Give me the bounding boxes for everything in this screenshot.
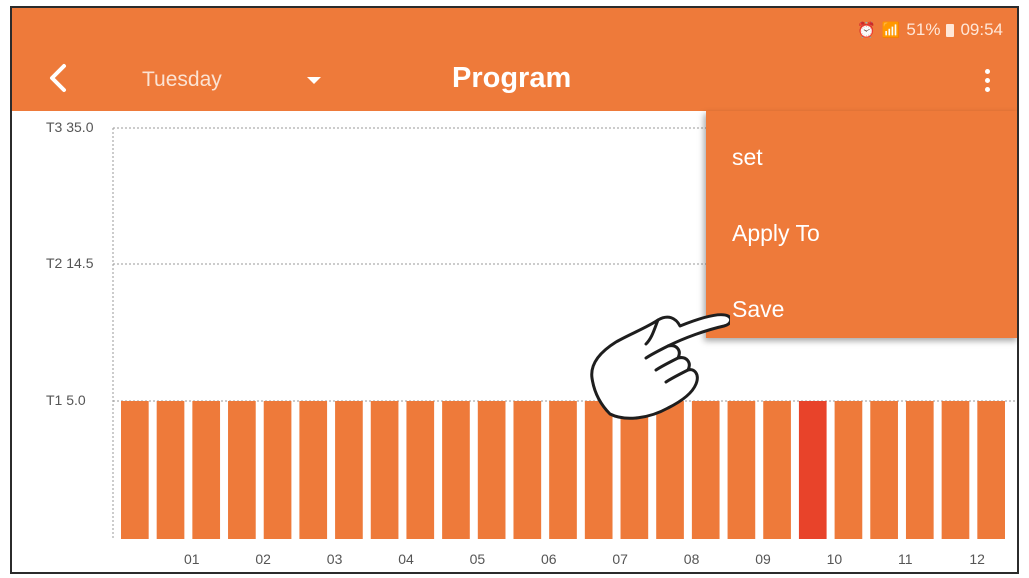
battery-icon xyxy=(946,23,955,37)
status-bar: ⏰ 📶 51% 09:54 xyxy=(857,18,1003,42)
x-hour-label: 07 xyxy=(612,551,628,567)
x-hour-label: 01 xyxy=(184,551,200,567)
y-level-label: T2 14.5 xyxy=(46,255,94,271)
day-dropdown-value: Tuesday xyxy=(142,68,222,91)
x-hour-label: 11 xyxy=(898,551,913,567)
schedule-bar[interactable] xyxy=(870,401,898,539)
x-hour-label: 12 xyxy=(969,551,985,567)
overflow-menu: set Apply To Save xyxy=(706,111,1017,339)
schedule-bar[interactable] xyxy=(442,401,470,539)
schedule-bar[interactable] xyxy=(513,401,542,539)
x-hour-label: 03 xyxy=(327,551,343,567)
more-dot-icon xyxy=(984,68,990,74)
app-screen: ⏰ 📶 51% 09:54 Tuesday Program T3 35.0 T2 … xyxy=(10,6,1019,574)
schedule-bar[interactable] xyxy=(763,401,791,539)
x-hour-label: 04 xyxy=(398,551,414,567)
more-dot-icon xyxy=(984,86,990,92)
clock: 09:54 xyxy=(960,20,1003,39)
caret-down-icon xyxy=(307,76,321,84)
schedule-bar[interactable] xyxy=(549,401,577,539)
schedule-bar[interactable] xyxy=(228,401,256,539)
schedule-bar[interactable] xyxy=(370,401,399,539)
x-hour-label: 02 xyxy=(255,551,271,567)
back-button[interactable] xyxy=(42,60,78,96)
schedule-bar[interactable] xyxy=(977,401,1005,539)
schedule-bar[interactable] xyxy=(263,401,292,539)
page-title: Program xyxy=(452,62,572,94)
more-dot-icon xyxy=(984,77,990,83)
battery-percent: 51% xyxy=(906,20,941,39)
menu-item-save[interactable]: Save xyxy=(706,279,1017,339)
x-hour-label: 06 xyxy=(541,551,557,567)
schedule-bar[interactable] xyxy=(477,401,506,539)
schedule-bar[interactable] xyxy=(335,401,363,539)
alarm-icon: ⏰ xyxy=(857,22,876,39)
y-level-label: T3 35.0 xyxy=(46,119,94,135)
day-dropdown[interactable]: Tuesday xyxy=(142,65,327,95)
schedule-bar[interactable] xyxy=(406,401,435,539)
x-hour-label: 09 xyxy=(755,551,771,567)
schedule-bar[interactable] xyxy=(192,401,221,539)
x-hour-label: 10 xyxy=(827,551,843,567)
more-options-button[interactable] xyxy=(977,64,997,96)
y-level-label: T1 5.0 xyxy=(46,392,86,408)
schedule-bar[interactable] xyxy=(156,401,185,539)
schedule-bar[interactable] xyxy=(299,401,328,539)
schedule-bar[interactable] xyxy=(121,401,149,539)
menu-item-set[interactable]: set xyxy=(706,127,1017,187)
menu-item-apply-to[interactable]: Apply To xyxy=(706,203,1017,263)
schedule-bar[interactable] xyxy=(834,401,863,539)
x-hour-label: 05 xyxy=(470,551,486,567)
schedule-bar[interactable] xyxy=(905,401,934,539)
schedule-bar[interactable] xyxy=(727,401,756,539)
wifi-icon: 📶 xyxy=(881,22,901,39)
schedule-bar[interactable] xyxy=(941,401,970,539)
chevron-left-icon xyxy=(50,64,66,92)
pointing-hand-icon xyxy=(590,313,730,420)
app-bar: ⏰ 📶 51% 09:54 Tuesday Program xyxy=(12,8,1017,111)
x-hour-label: 08 xyxy=(684,551,700,567)
schedule-bar[interactable] xyxy=(798,401,827,539)
